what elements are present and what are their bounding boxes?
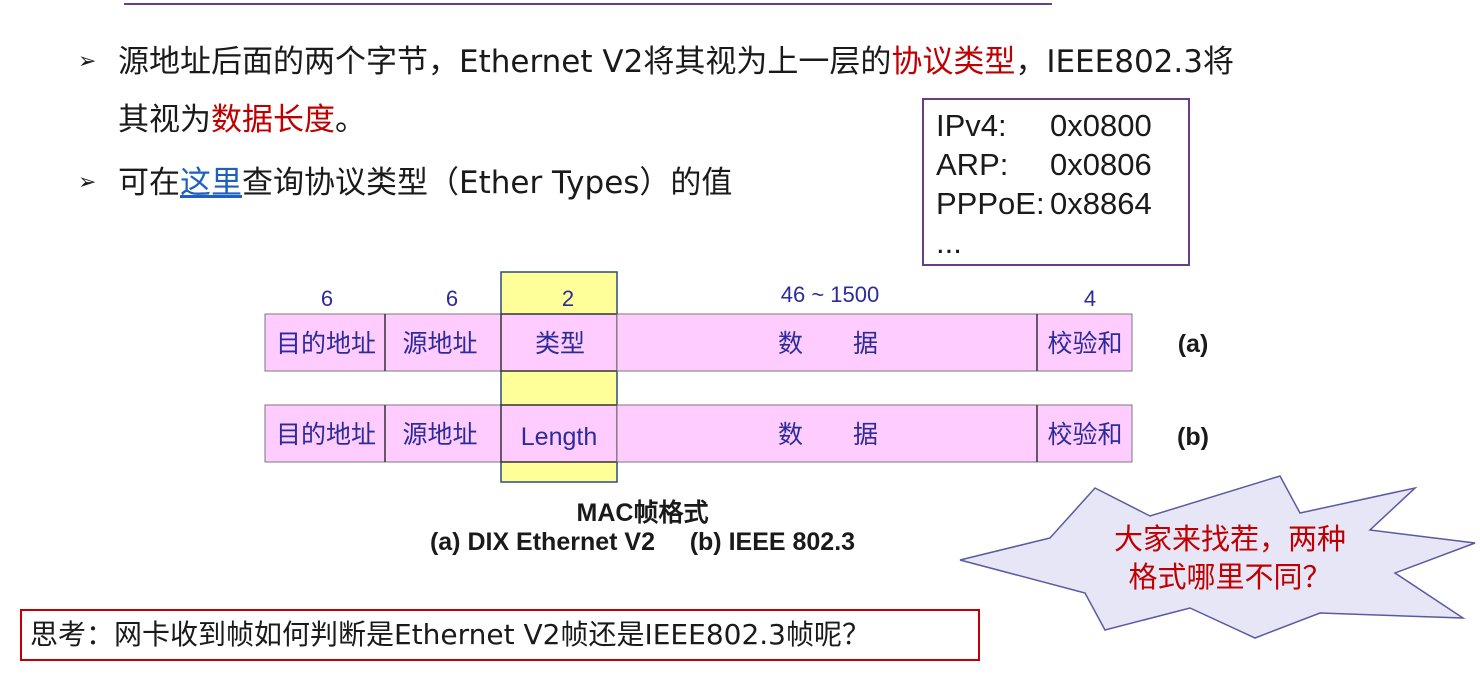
size-src: 6 [446,286,458,311]
field-data-label: 数 据 [778,329,878,358]
caption-title: MAC帧格式 [576,499,709,527]
field-data-label: 数 据 [778,420,878,449]
field-dest-label: 目的地址 [276,420,376,449]
caption-subtitle: (a) DIX Ethernet V2 (b) IEEE 802.3 [429,528,856,556]
field-src-label: 源地址 [402,420,477,449]
field-fcs-label: 校验和 [1047,329,1122,358]
field-type-label: 类型 [535,329,585,358]
field-length-label: Length [521,423,597,451]
size-fcs: 4 [1084,286,1096,311]
frame-row-b: 目的地址 源地址 Length 数 据 校验和 (b) [264,404,1209,463]
field-dest-label: 目的地址 [276,329,376,358]
row-b-label: (b) [1177,423,1209,451]
callout-line-1: 大家来找茬，两种 [1113,522,1346,556]
row-a-label: (a) [1178,330,1209,358]
callout-line-2: 格式哪里不同？ [1128,560,1332,594]
field-fcs-label: 校验和 [1047,420,1122,449]
field-src-label: 源地址 [402,329,477,358]
size-data: 46 ~ 1500 [781,282,879,307]
frame-row-a: 目的地址 源地址 类型 数 据 校验和 (a) [264,313,1209,372]
callout-text: 大家来找茬，两种 格式哪里不同？ [1080,520,1380,596]
size-dest: 6 [321,286,333,311]
think-question-box: 思考：网卡收到帧如何判断是Ethernet V2帧还是IEEE802.3帧呢？ [20,609,980,661]
size-type: 2 [562,286,574,311]
